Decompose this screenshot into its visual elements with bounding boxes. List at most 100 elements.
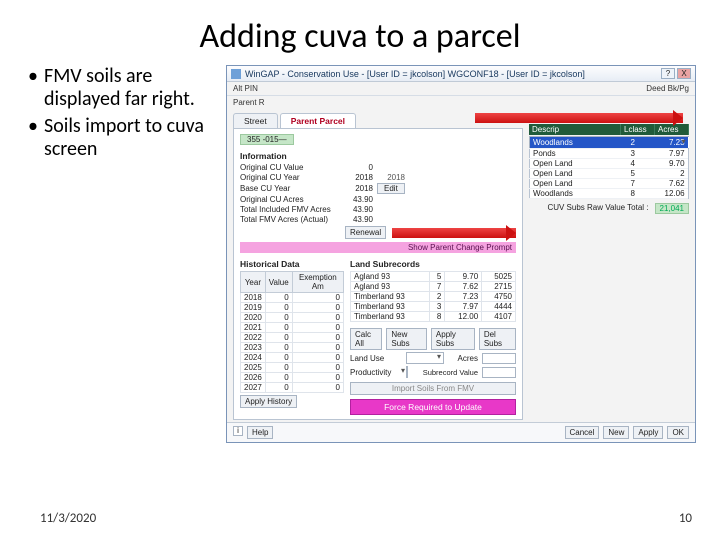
- historical-data-heading: Historical Data: [240, 259, 344, 269]
- calc-all-button[interactable]: Calc All: [350, 328, 382, 350]
- del-subs-button[interactable]: Del Subs: [479, 328, 516, 350]
- help-button[interactable]: ?: [661, 68, 675, 79]
- window-title: WinGAP - Conservation Use - [User ID = j…: [245, 69, 661, 79]
- info-year: 2018: [377, 173, 409, 182]
- dialog-button-bar: i Help Cancel New Apply OK: [227, 422, 695, 442]
- table-row[interactable]: Open Land52: [530, 169, 689, 179]
- breadcrumb-row: Parent R: [227, 96, 695, 109]
- bullet-item: Soils import to cuva screen: [28, 115, 223, 161]
- new-subs-button[interactable]: New Subs: [386, 328, 427, 350]
- soils-table-header: Descrip Lclass Acres: [529, 124, 689, 135]
- land-subrecords-heading: Land Subrecords: [350, 259, 516, 269]
- land-subrecords-table: Agland 9359.705025Agland 9377.622715Timb…: [350, 271, 516, 322]
- col-lclass: Lclass: [621, 124, 655, 135]
- apply-history-button[interactable]: Apply History: [240, 395, 297, 408]
- productivity-select[interactable]: [406, 366, 408, 378]
- info-value: 0: [345, 163, 377, 172]
- table-row[interactable]: Agland 9359.705025: [351, 272, 516, 282]
- subrecord-value-input[interactable]: [482, 367, 516, 378]
- table-row[interactable]: Timberland 93812.004107: [351, 312, 516, 322]
- alt-pin-label: Alt PIN: [233, 84, 258, 93]
- info-row: Total Included FMV Acres 43.90: [240, 205, 516, 214]
- table-row[interactable]: Open Land77.62: [530, 179, 689, 189]
- table-row[interactable]: 201800: [241, 293, 344, 303]
- info-key: Total Included FMV Acres: [240, 205, 345, 214]
- cuv-total-label: CUV Subs Raw Value Total :: [547, 203, 648, 214]
- soils-table: Woodlands27.23Ponds37.97Open Land49.70Op…: [529, 136, 689, 199]
- bullet-list: FMV soils are displayed far right. Soils…: [28, 65, 223, 443]
- footer-date: 11/3/2020: [40, 511, 96, 526]
- tab-street[interactable]: Street: [233, 113, 278, 128]
- info-value: 43.90: [345, 195, 377, 204]
- arrow-indicator: [392, 228, 516, 238]
- info-row: Original CU Acres 43.90: [240, 195, 516, 204]
- ok-button[interactable]: OK: [667, 426, 689, 439]
- info-row: Original CU Year 2018 2018: [240, 173, 516, 182]
- edit-button[interactable]: Edit: [377, 183, 405, 194]
- info-row: Total FMV Acres (Actual) 43.90: [240, 215, 516, 224]
- hist-col: Year: [241, 272, 266, 293]
- apply-subs-button[interactable]: Apply Subs: [431, 328, 475, 350]
- table-row[interactable]: Open Land49.70: [530, 159, 689, 169]
- cuv-total-value: 21,041: [655, 203, 689, 214]
- table-row[interactable]: 202500: [241, 363, 344, 373]
- info-row: Original CU Value 0: [240, 163, 516, 172]
- info-row: Base CU Year 2018 Edit: [240, 183, 516, 194]
- info-icon: i: [233, 426, 243, 436]
- table-row[interactable]: 202300: [241, 343, 344, 353]
- info-key: Total FMV Acres (Actual): [240, 215, 345, 224]
- info-strip: Alt PIN Deed Bk/Pg: [227, 82, 695, 96]
- acres-label: Acres: [448, 354, 478, 363]
- table-row[interactable]: 202400: [241, 353, 344, 363]
- info-key: Base CU Year: [240, 184, 345, 193]
- app-icon: [231, 69, 241, 79]
- new-button[interactable]: New: [603, 426, 629, 439]
- force-update-button[interactable]: Force Required to Update: [350, 399, 516, 415]
- wingap-window: WinGAP - Conservation Use - [User ID = j…: [226, 65, 696, 443]
- subrecord-value-label: Subrecord Value: [412, 368, 478, 377]
- table-row[interactable]: 202100: [241, 323, 344, 333]
- help-button[interactable]: Help: [247, 426, 273, 439]
- info-value: 2018: [345, 184, 377, 193]
- info-value: 43.90: [345, 205, 377, 214]
- col-descrip: Descrip: [529, 124, 621, 135]
- productivity-label: Productivity: [350, 368, 402, 377]
- parcel-pill: 355 -015—: [240, 134, 294, 145]
- parent-r-label: Parent R: [233, 98, 265, 107]
- hist-col: Exemption Am: [292, 272, 343, 293]
- apply-button[interactable]: Apply: [633, 426, 663, 439]
- info-key: Original CU Acres: [240, 195, 345, 204]
- info-value: 2018: [345, 173, 377, 182]
- table-row[interactable]: 201900: [241, 303, 344, 313]
- deed-label: Deed Bk/Pg: [646, 84, 689, 93]
- table-row[interactable]: Timberland 9327.234750: [351, 292, 516, 302]
- table-row[interactable]: 202200: [241, 333, 344, 343]
- land-use-select[interactable]: [406, 352, 444, 364]
- table-row[interactable]: Agland 9377.622715: [351, 282, 516, 292]
- table-row[interactable]: 202700: [241, 383, 344, 393]
- table-row[interactable]: 202600: [241, 373, 344, 383]
- table-row[interactable]: Timberland 9337.974444: [351, 302, 516, 312]
- arrow-indicator: [475, 113, 683, 123]
- table-row[interactable]: Woodlands27.23: [530, 137, 689, 149]
- footer-page: 10: [679, 511, 692, 526]
- acres-input[interactable]: [482, 353, 516, 364]
- close-button[interactable]: X: [677, 68, 691, 79]
- parent-parcel-panel: 355 -015— Information Original CU Value …: [233, 129, 523, 420]
- tab-parent-parcel[interactable]: Parent Parcel: [280, 113, 356, 128]
- cancel-button[interactable]: Cancel: [565, 426, 600, 439]
- titlebar: WinGAP - Conservation Use - [User ID = j…: [227, 66, 695, 82]
- bullet-item: FMV soils are displayed far right.: [28, 65, 223, 111]
- info-key: Original CU Value: [240, 163, 345, 172]
- table-row[interactable]: Woodlands812.06: [530, 189, 689, 199]
- table-row[interactable]: 202000: [241, 313, 344, 323]
- historical-data-table: YearValueExemption Am 201800201900202000…: [240, 271, 344, 393]
- import-soils-button[interactable]: Import Soils From FMV: [350, 382, 516, 395]
- information-heading: Information: [240, 151, 516, 161]
- info-key: Original CU Year: [240, 173, 345, 182]
- hist-col: Value: [265, 272, 292, 293]
- info-value: 43.90: [345, 215, 377, 224]
- table-row[interactable]: Ponds37.97: [530, 149, 689, 159]
- renewal-button[interactable]: Renewal: [345, 226, 386, 239]
- slide-title: Adding cuva to a parcel: [0, 0, 720, 65]
